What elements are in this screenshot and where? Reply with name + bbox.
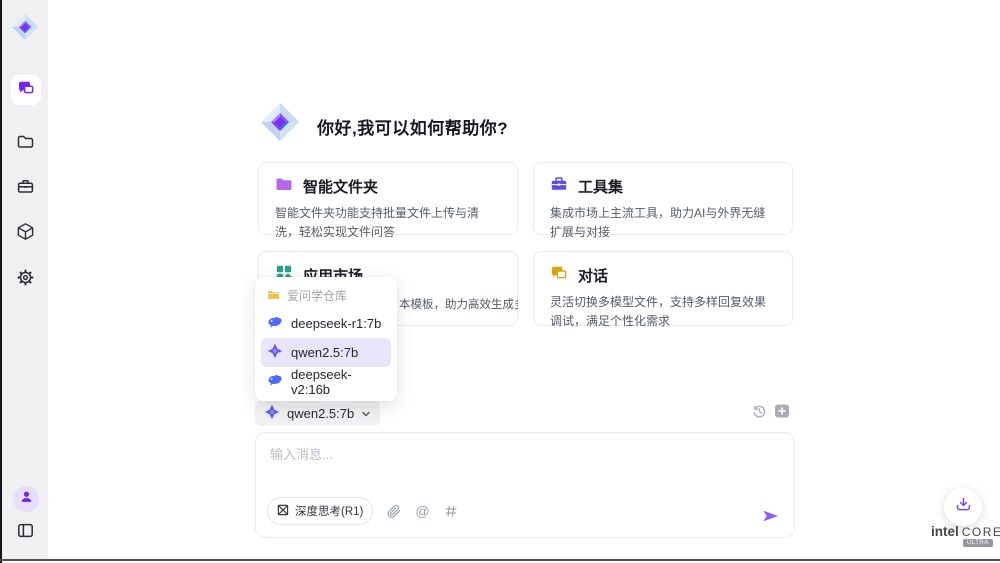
message-composer: 深度思考(R1) @ — [255, 432, 795, 538]
greeting-logo-icon — [258, 100, 302, 149]
card-smart-folder[interactable]: 智能文件夹 智能文件夹功能支持批量文件上传与清洗，轻松实现文件问答 — [258, 162, 518, 235]
cube-icon — [16, 222, 35, 246]
page-title: 你好,我可以如何帮助你? — [317, 114, 508, 139]
sidebar-item-models[interactable] — [2, 222, 48, 246]
sidebar-item-toolbox[interactable] — [2, 177, 48, 201]
gear-icon — [16, 268, 35, 292]
intel-wordmark: intel — [931, 524, 959, 539]
model-selector[interactable]: qwen2.5:7b — [255, 400, 380, 426]
model-group-label: 爱问学仓库 — [287, 287, 347, 304]
card-desc: 集成市场上主流工具，助力AI与外界无缝扩展与对接 — [550, 204, 776, 241]
user-icon — [19, 489, 34, 509]
deep-think-toggle[interactable]: 深度思考(R1) — [267, 497, 373, 525]
mention-icon[interactable]: @ — [415, 503, 429, 519]
sidebar-item-account[interactable] — [13, 486, 39, 512]
history-icon[interactable] — [752, 404, 767, 424]
screen-edge-bottom — [0, 559, 1000, 561]
deep-think-label: 深度思考(R1) — [295, 503, 363, 519]
smart-folder-icon — [275, 175, 293, 198]
model-option-label: deepseek-r1:7b — [291, 316, 381, 331]
model-option-deepseek-r1[interactable]: deepseek-r1:7b — [261, 309, 391, 338]
deep-think-icon — [277, 504, 289, 519]
sidebar — [2, 0, 48, 559]
chat-icon — [17, 79, 35, 102]
new-chat-icon[interactable] — [774, 403, 790, 424]
sidebar-item-settings[interactable] — [2, 268, 48, 292]
message-input[interactable] — [270, 444, 710, 488]
model-option-label: deepseek-v2:16b — [291, 367, 385, 397]
card-title: 智能文件夹 — [303, 176, 378, 197]
attachment-icon[interactable] — [387, 504, 401, 519]
folder-icon — [16, 132, 35, 156]
card-title: 对话 — [578, 265, 608, 286]
selected-model-label: qwen2.5:7b — [287, 406, 354, 421]
card-desc: 智能文件夹功能支持批量文件上传与清洗，轻松实现文件问答 — [275, 204, 501, 241]
send-button[interactable] — [762, 508, 779, 524]
qwen-icon — [264, 404, 280, 423]
panel-icon — [16, 521, 35, 545]
deepseek-icon — [267, 314, 283, 333]
qwen-icon — [267, 343, 283, 362]
sidebar-item-folders[interactable] — [2, 132, 48, 156]
model-dropdown-group: 爱问学仓库 — [261, 282, 391, 309]
card-title: 工具集 — [578, 176, 623, 197]
sidebar-item-chat[interactable] — [11, 75, 41, 105]
briefcase-icon — [16, 177, 35, 201]
intel-ultra-badge: ultra — [963, 539, 993, 547]
core-wordmark: core — [962, 525, 1000, 539]
composer-toolbar: 深度思考(R1) @ — [267, 497, 458, 525]
card-dialogue[interactable]: 对话 灵活切换多模型文件，支持多样回复效果调试，满足个性化需求 — [533, 251, 793, 326]
model-option-deepseek-v2[interactable]: deepseek-v2:16b — [261, 367, 391, 396]
download-button[interactable] — [944, 488, 982, 526]
app-window: 你好,我可以如何帮助你? 智能文件夹 智能文件夹功能支持批量文件上传与清洗，轻松… — [0, 0, 1000, 563]
card-toolset[interactable]: 工具集 集成市场上主流工具，助力AI与外界无缝扩展与对接 — [533, 162, 793, 235]
card-desc-fragment: 本模板，助力高效生成多 — [399, 296, 518, 312]
repository-icon — [267, 288, 280, 304]
sidebar-toggle[interactable] — [2, 521, 48, 545]
app-logo-icon[interactable] — [10, 12, 40, 47]
model-option-label: qwen2.5:7b — [291, 345, 358, 360]
hash-icon[interactable] — [444, 504, 458, 518]
model-option-qwen[interactable]: qwen2.5:7b — [261, 338, 391, 367]
model-dropdown: 爱问学仓库 deepseek-r1:7b qwen2.5:7b — [255, 277, 397, 401]
chevron-down-icon — [361, 406, 371, 421]
download-icon — [955, 496, 972, 518]
card-desc: 灵活切换多模型文件，支持多样回复效果调试，满足个性化需求 — [550, 293, 776, 330]
deepseek-icon — [267, 372, 283, 391]
toolset-icon — [550, 175, 568, 198]
dialogue-icon — [550, 264, 568, 287]
